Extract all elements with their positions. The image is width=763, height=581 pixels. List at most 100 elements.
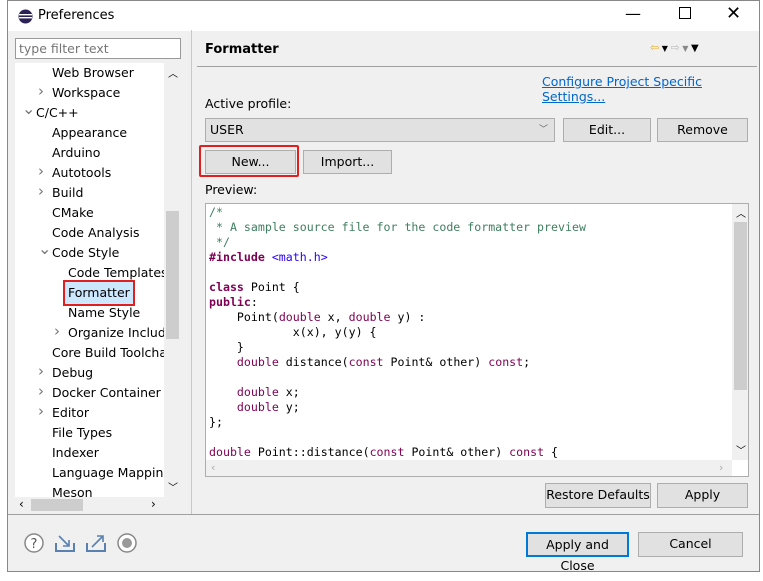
forward-icon[interactable]: ⇨ (670, 41, 679, 54)
active-profile-label: Active profile: (205, 96, 292, 111)
scroll-thumb[interactable] (166, 211, 179, 339)
eclipse-icon (18, 9, 33, 24)
code-line: */ (209, 235, 230, 250)
code-line: Point(double x, double y) : (209, 310, 426, 325)
preview-vertical-scrollbar[interactable]: ︿ ﹀ (732, 204, 748, 460)
scroll-thumb[interactable] (31, 499, 83, 511)
profile-select[interactable]: USER ﹀ (205, 118, 555, 142)
code-token: public (209, 295, 251, 309)
tree-item[interactable]: Web Browser (52, 63, 134, 83)
view-menu-icon[interactable]: ▼ (691, 43, 699, 54)
chevron-right-icon[interactable]: › (38, 162, 44, 180)
preview-horizontal-scrollbar[interactable]: ‹ › (206, 460, 732, 476)
tree-item[interactable]: Language Mappings (52, 463, 178, 483)
record-icon[interactable] (117, 533, 137, 553)
tree-item[interactable]: Editor (52, 403, 89, 423)
tree-item[interactable]: Code Style (52, 243, 119, 263)
apply-and-close-button[interactable]: Apply and Close (526, 532, 629, 573)
import-icon[interactable] (54, 533, 76, 553)
forward-menu-icon[interactable]: ▼ (680, 44, 691, 53)
remove-button[interactable]: Remove (657, 118, 748, 142)
back-icon[interactable]: ⇦ (650, 41, 659, 54)
tree-item[interactable]: Workspace (52, 83, 120, 103)
code-token: Point& other) (404, 445, 510, 459)
scroll-down-icon[interactable]: ﹀ (736, 442, 746, 457)
tree-item[interactable]: Name Style (68, 303, 140, 323)
tree-item[interactable]: Docker Container (52, 383, 161, 403)
code-token: x, (320, 310, 349, 324)
code-line: double Point::distance(const Point& othe… (209, 445, 558, 460)
code-token: }; (209, 415, 223, 429)
chevron-right-icon[interactable]: › (38, 182, 44, 200)
configure-project-link[interactable]: Configure Project Specific Settings... (542, 74, 763, 104)
footer-divider (8, 514, 759, 515)
tree-item[interactable]: Code Templates (68, 263, 168, 283)
preference-tree: Web Browser › Workspace ⌄ C/C++ Appearance Ard… (15, 63, 181, 513)
filter-input[interactable] (15, 38, 181, 59)
scroll-right-icon[interactable]: › (719, 461, 723, 474)
code-line: }; (209, 415, 223, 430)
scroll-up-icon[interactable]: ︿ (168, 65, 178, 80)
code-preview: double Point::distance(const Point& othe… (205, 203, 749, 477)
code-line: #include <math.h> (209, 250, 328, 265)
code-line: x(x), y(y) { (209, 325, 377, 340)
tree-item[interactable]: CMake (52, 203, 94, 223)
edit-button[interactable]: Edit... (563, 118, 651, 142)
scroll-right-icon[interactable]: › (151, 497, 156, 511)
code-token: double (348, 310, 391, 324)
chevron-right-icon[interactable]: › (38, 362, 44, 380)
tree-item[interactable]: Code Analysis (52, 223, 139, 243)
code-token: y; (278, 400, 300, 414)
tree-item[interactable]: C/C++ (36, 103, 79, 123)
code-token: <math.h> (271, 250, 328, 264)
tree-item[interactable]: Autotools (52, 163, 111, 183)
tree-item[interactable]: Build (52, 183, 83, 203)
code-line: /* (209, 205, 223, 220)
tree-item[interactable]: File Types (52, 423, 112, 443)
chevron-right-icon[interactable]: › (54, 322, 60, 340)
help-icon[interactable]: ? (24, 533, 44, 553)
code-token: } (209, 340, 244, 354)
scroll-left-icon[interactable]: ‹ (19, 497, 24, 511)
code-line: double y; (209, 400, 300, 415)
chevron-right-icon[interactable]: › (38, 82, 44, 100)
code-line: public: (209, 295, 258, 310)
chevron-down-icon[interactable]: ⌄ (22, 99, 35, 118)
highlight-box (199, 145, 299, 177)
minimize-button[interactable]: — (625, 4, 641, 23)
chevron-down-icon[interactable]: ⌄ (38, 239, 51, 258)
tree-item[interactable]: Formatter (63, 280, 135, 306)
code-token: #include (209, 250, 265, 264)
tree-item[interactable]: Arduino (52, 143, 100, 163)
page-title: Formatter (205, 42, 279, 57)
tree-item[interactable]: Indexer (52, 443, 99, 463)
maximize-button[interactable] (679, 7, 691, 19)
tree-item[interactable]: Debug (52, 363, 93, 383)
code-token: double (236, 355, 279, 369)
export-icon[interactable] (85, 533, 107, 553)
code-token: */ (209, 235, 230, 249)
tree-item[interactable]: Appearance (52, 123, 127, 143)
tree-item[interactable]: Core Build Toolchains (52, 343, 181, 363)
code-line: double x; (209, 385, 300, 400)
chevron-right-icon[interactable]: › (38, 382, 44, 400)
tree-horizontal-scrollbar[interactable]: ‹ › (15, 497, 181, 513)
scroll-thumb[interactable] (734, 222, 747, 390)
code-token: double (236, 385, 279, 399)
sash[interactable] (191, 30, 192, 514)
close-button[interactable]: ✕ (726, 3, 741, 24)
scroll-down-icon[interactable]: ﹀ (168, 479, 178, 494)
import-button[interactable]: Import... (303, 150, 392, 174)
restore-defaults-button[interactable]: Restore Defaults (545, 483, 651, 508)
tree-vertical-scrollbar[interactable]: ︿ ﹀ (164, 63, 181, 497)
chevron-right-icon[interactable]: › (38, 402, 44, 420)
apply-button[interactable]: Apply (657, 483, 748, 508)
scroll-up-icon[interactable]: ︿ (736, 205, 746, 220)
back-menu-icon[interactable]: ▼ (659, 44, 670, 53)
scroll-left-icon[interactable]: ‹ (211, 461, 215, 474)
header-divider (197, 66, 757, 67)
cancel-button[interactable]: Cancel (638, 532, 743, 557)
code-token: Point& other) (383, 355, 489, 369)
